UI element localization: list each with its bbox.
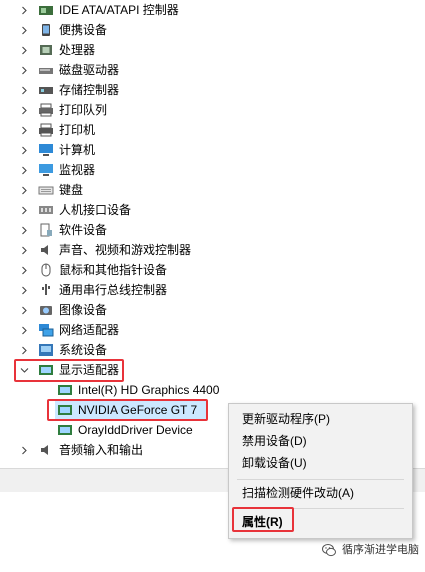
chevron-right-icon[interactable]	[18, 340, 30, 360]
menu-update-driver-label: 更新驱动程序(P)	[242, 412, 330, 426]
tree-item-label: 软件设备	[59, 223, 108, 237]
tree-item[interactable]: 网络适配器	[0, 320, 425, 340]
wechat-icon	[322, 544, 336, 557]
tree-item-label: 网络适配器	[59, 323, 120, 337]
tree-item-label: 音频输入和输出	[59, 443, 144, 457]
sound-icon	[41, 445, 48, 455]
menu-separator	[237, 479, 404, 480]
tree-item-label: 监视器	[59, 163, 96, 177]
tree-item-label: 鼠标和其他指针设备	[59, 263, 168, 277]
tree-item[interactable]: 磁盘驱动器	[0, 60, 425, 80]
tree-item[interactable]: IDE ATA/ATAPI 控制器	[0, 0, 425, 20]
software-device-icon	[40, 223, 52, 237]
menu-scan-hardware-label: 扫描检测硬件改动(A)	[242, 486, 354, 500]
tree-item[interactable]: 声音、视频和游戏控制器	[0, 240, 425, 260]
tree-item-label: 通用串行总线控制器	[59, 283, 168, 297]
tree-item-label: 键盘	[59, 183, 84, 197]
sound-icon	[41, 245, 48, 255]
tree-item[interactable]: 图像设备	[0, 300, 425, 320]
tree-item-label: 人机接口设备	[59, 203, 132, 217]
chevron-right-icon[interactable]	[18, 280, 30, 300]
display-adapters-highlight	[14, 359, 124, 382]
tree-item-label: 磁盘驱动器	[59, 63, 120, 77]
usb-icon	[42, 284, 50, 295]
menu-uninstall-device-label: 卸载设备(U)	[242, 456, 307, 470]
imaging-device-icon	[40, 306, 52, 315]
ide-controller-icon	[39, 6, 53, 15]
tree-item-label: 打印队列	[59, 103, 108, 117]
chevron-right-icon[interactable]	[18, 260, 30, 280]
tree-item[interactable]: 监视器	[0, 160, 425, 180]
tree-item-label: 打印机	[59, 123, 96, 137]
chevron-right-icon[interactable]	[18, 40, 30, 60]
display-adapter-icon	[58, 425, 72, 435]
portable-device-icon	[42, 24, 50, 36]
chevron-right-icon[interactable]	[18, 320, 30, 340]
monitor-icon	[39, 164, 53, 176]
tree-item[interactable]: 系统设备	[0, 340, 425, 360]
display-adapter-icon	[58, 385, 72, 395]
hid-icon	[39, 206, 53, 214]
chevron-right-icon[interactable]	[18, 0, 30, 20]
tree-item[interactable]: 计算机	[0, 140, 425, 160]
chevron-right-icon[interactable]	[18, 300, 30, 320]
chevron-right-icon[interactable]	[18, 220, 30, 240]
printer-icon	[39, 123, 53, 137]
chevron-right-icon[interactable]	[18, 200, 30, 220]
menu-disable-device[interactable]: 禁用设备(D)	[229, 430, 412, 452]
system-device-icon	[39, 344, 53, 356]
chevron-right-icon[interactable]	[18, 80, 30, 100]
storage-controller-icon	[39, 87, 53, 94]
chevron-right-icon[interactable]	[18, 60, 30, 80]
chevron-right-icon[interactable]	[18, 240, 30, 260]
chevron-right-icon[interactable]	[18, 160, 30, 180]
tree-item-label: Intel(R) HD Graphics 4400	[78, 383, 220, 397]
tree-item[interactable]: 鼠标和其他指针设备	[0, 260, 425, 280]
disk-drive-icon	[39, 68, 53, 74]
print-queue-icon	[39, 103, 53, 117]
chevron-right-icon[interactable]	[18, 140, 30, 160]
tree-item-label: 声音、视频和游戏控制器	[59, 243, 192, 257]
menu-scan-hardware[interactable]: 扫描检测硬件改动(A)	[229, 482, 412, 504]
network-adapter-icon	[39, 324, 54, 337]
chevron-right-icon[interactable]	[18, 20, 30, 40]
tree-item-label: IDE ATA/ATAPI 控制器	[59, 3, 179, 17]
chevron-right-icon[interactable]	[18, 120, 30, 140]
nvidia-highlight	[47, 399, 208, 421]
tree-item-gpu[interactable]: Intel(R) HD Graphics 4400	[0, 380, 425, 400]
tree-item[interactable]: 打印机	[0, 120, 425, 140]
computer-icon	[39, 144, 53, 156]
tree-item[interactable]: 便携设备	[0, 20, 425, 40]
chevron-right-icon[interactable]	[18, 180, 30, 200]
tree-item[interactable]: 键盘	[0, 180, 425, 200]
tree-item-label: 便携设备	[59, 23, 108, 37]
chevron-right-icon[interactable]	[18, 100, 30, 120]
tree-item[interactable]: 打印队列	[0, 100, 425, 120]
tree-item-label: OrayIddDriver Device	[78, 423, 193, 437]
keyboard-icon	[38, 186, 54, 195]
menu-update-driver[interactable]: 更新驱动程序(P)	[229, 408, 412, 430]
tree-item-label: 存储控制器	[59, 83, 120, 97]
tree-item-label: 图像设备	[59, 303, 108, 317]
tree-item[interactable]: 通用串行总线控制器	[0, 280, 425, 300]
chevron-right-icon[interactable]	[18, 440, 30, 460]
properties-highlight	[232, 507, 294, 532]
tree-item-label: 计算机	[59, 143, 96, 157]
tree-item-label: 系统设备	[59, 343, 108, 357]
menu-disable-device-label: 禁用设备(D)	[242, 434, 307, 448]
watermark-text: 循序渐进学电脑	[342, 544, 419, 556]
menu-uninstall-device[interactable]: 卸载设备(U)	[229, 452, 412, 474]
tree-item-label: 处理器	[59, 43, 96, 57]
tree-item[interactable]: 存储控制器	[0, 80, 425, 100]
tree-item[interactable]: 软件设备	[0, 220, 425, 240]
processor-icon	[40, 45, 52, 55]
tree-item[interactable]: 处理器	[0, 40, 425, 60]
tree-item[interactable]: 人机接口设备	[0, 200, 425, 220]
mouse-icon	[41, 263, 51, 277]
